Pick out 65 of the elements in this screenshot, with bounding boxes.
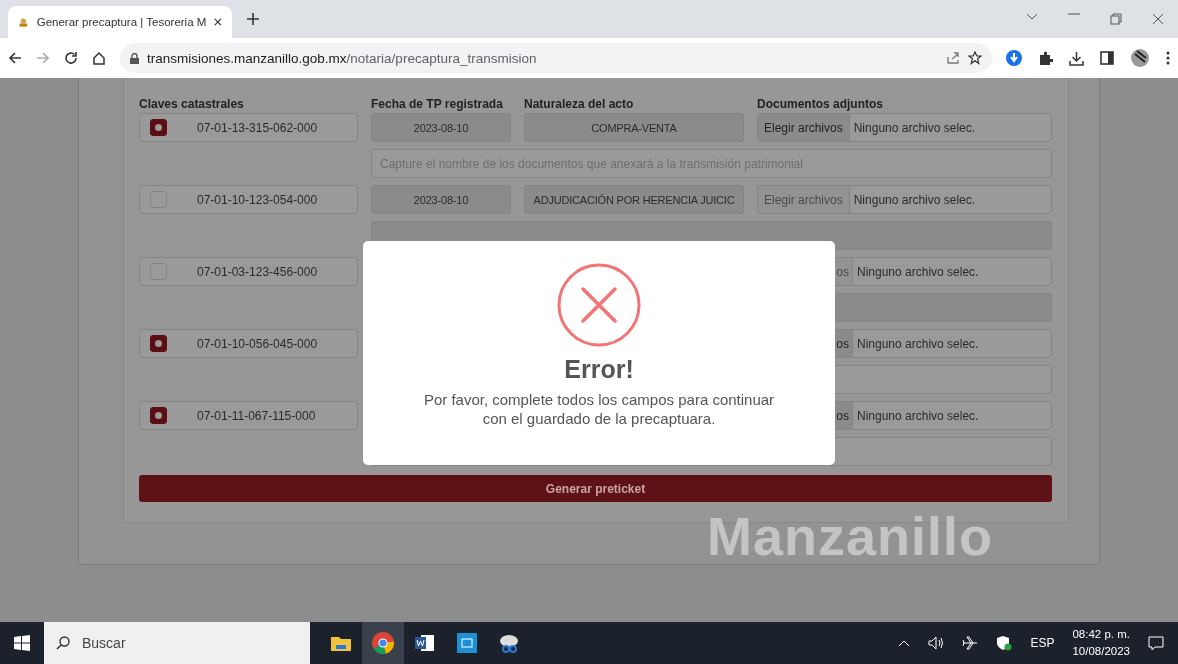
date-field: 2023-08-10 [371,113,511,142]
download-icon[interactable] [1069,50,1084,66]
new-tab-icon[interactable] [246,12,260,26]
error-x-icon [557,263,641,347]
browser-tab[interactable]: Generar precaptura | Tesoreria M [8,6,232,38]
clave-text: 07-01-10-123-054-000 [197,192,318,207]
file-status-text: Ninguno archivo selec. [853,192,976,207]
address-bar[interactable]: transmisiones.manzanillo.gob.mx/notaria/precaptura_transmision [120,43,992,73]
chevron-up-icon[interactable] [898,639,911,647]
windows-start-icon[interactable] [14,635,30,651]
airplane-icon[interactable] [962,635,979,651]
taskbar-search-field[interactable]: Buscar [44,622,310,664]
star-icon[interactable] [968,51,982,65]
dialog-title: Error! [564,355,634,384]
snipping-tool-icon[interactable] [498,633,520,653]
clave-text: 07-01-11-067-115-000 [197,408,316,423]
share-icon[interactable] [946,51,960,65]
date-field: 2023-08-10 [371,185,511,214]
background-logo-text: Manzanillo [707,509,993,563]
tab-title: Generar precaptura | Tesoreria M [36,16,207,28]
speaker-icon[interactable] [928,636,945,650]
checkbox[interactable] [150,335,167,352]
column-header: Claves catastrales [139,97,245,111]
lock-icon [130,52,139,64]
nature-field: ADJUDICACIÓN POR HERENCIA JUICIC [524,185,744,214]
clave-text: 07-01-03-123-456-000 [197,264,318,279]
nature-field: COMPRA-VENTA [524,113,744,142]
clave-text: 07-01-10-056-045-000 [197,336,318,351]
file-input[interactable]: Elegir archivos Ninguno archivo selec. [757,113,1052,142]
url-text: transmisiones.manzanillo.gob.mx/notaria/precaptura_transmision [147,50,537,66]
choose-files-button[interactable]: Elegir archivos [758,114,850,141]
puzzle-icon[interactable] [1038,50,1053,66]
chrome-icon[interactable] [372,632,394,654]
restore-icon[interactable] [1110,13,1122,25]
column-header: Naturaleza del acto [524,97,635,111]
column-header: Fecha de TP registrada [371,97,504,111]
close-icon[interactable] [214,17,222,27]
home-icon[interactable] [92,51,106,65]
file-status-text: Ninguno archivo selec. [857,408,979,423]
checkbox[interactable] [150,407,167,424]
shield-icon[interactable] [996,635,1013,651]
column-header: Documentos adjuntos [757,97,884,111]
menu-icon[interactable] [1166,51,1170,65]
word-icon[interactable] [415,634,435,652]
profile-avatar-icon[interactable] [1130,48,1150,68]
file-status-text: Ninguno archivo selec. [857,336,979,351]
language-indicator[interactable]: ESP [1030,636,1055,650]
chevron-down-icon[interactable] [1026,13,1038,21]
checkbox[interactable] [150,119,167,136]
file-status-text: Ninguno archivo selec. [853,120,976,135]
file-status-text: Ninguno archivo selec. [857,264,979,279]
generate-preticket-button[interactable]: Generar preticket [139,475,1052,502]
download-circle-icon[interactable] [1006,50,1022,66]
side-panel-icon[interactable] [1100,51,1114,65]
search-placeholder: Buscar [82,635,126,651]
file-input[interactable]: Elegir archivos Ninguno archivo selec. [757,185,1052,214]
notification-icon[interactable] [1148,635,1164,651]
close-icon[interactable] [1152,13,1164,25]
reload-icon[interactable] [64,51,78,65]
folder-icon[interactable] [331,635,351,651]
taskbar-clock[interactable]: 08:42 p. m. 10/08/2023 [1072,626,1130,660]
clave-text: 07-01-13-315-062-000 [197,120,318,135]
app-tile-icon[interactable] [457,633,477,653]
back-arrow-icon[interactable] [8,51,22,65]
search-icon [56,636,70,650]
